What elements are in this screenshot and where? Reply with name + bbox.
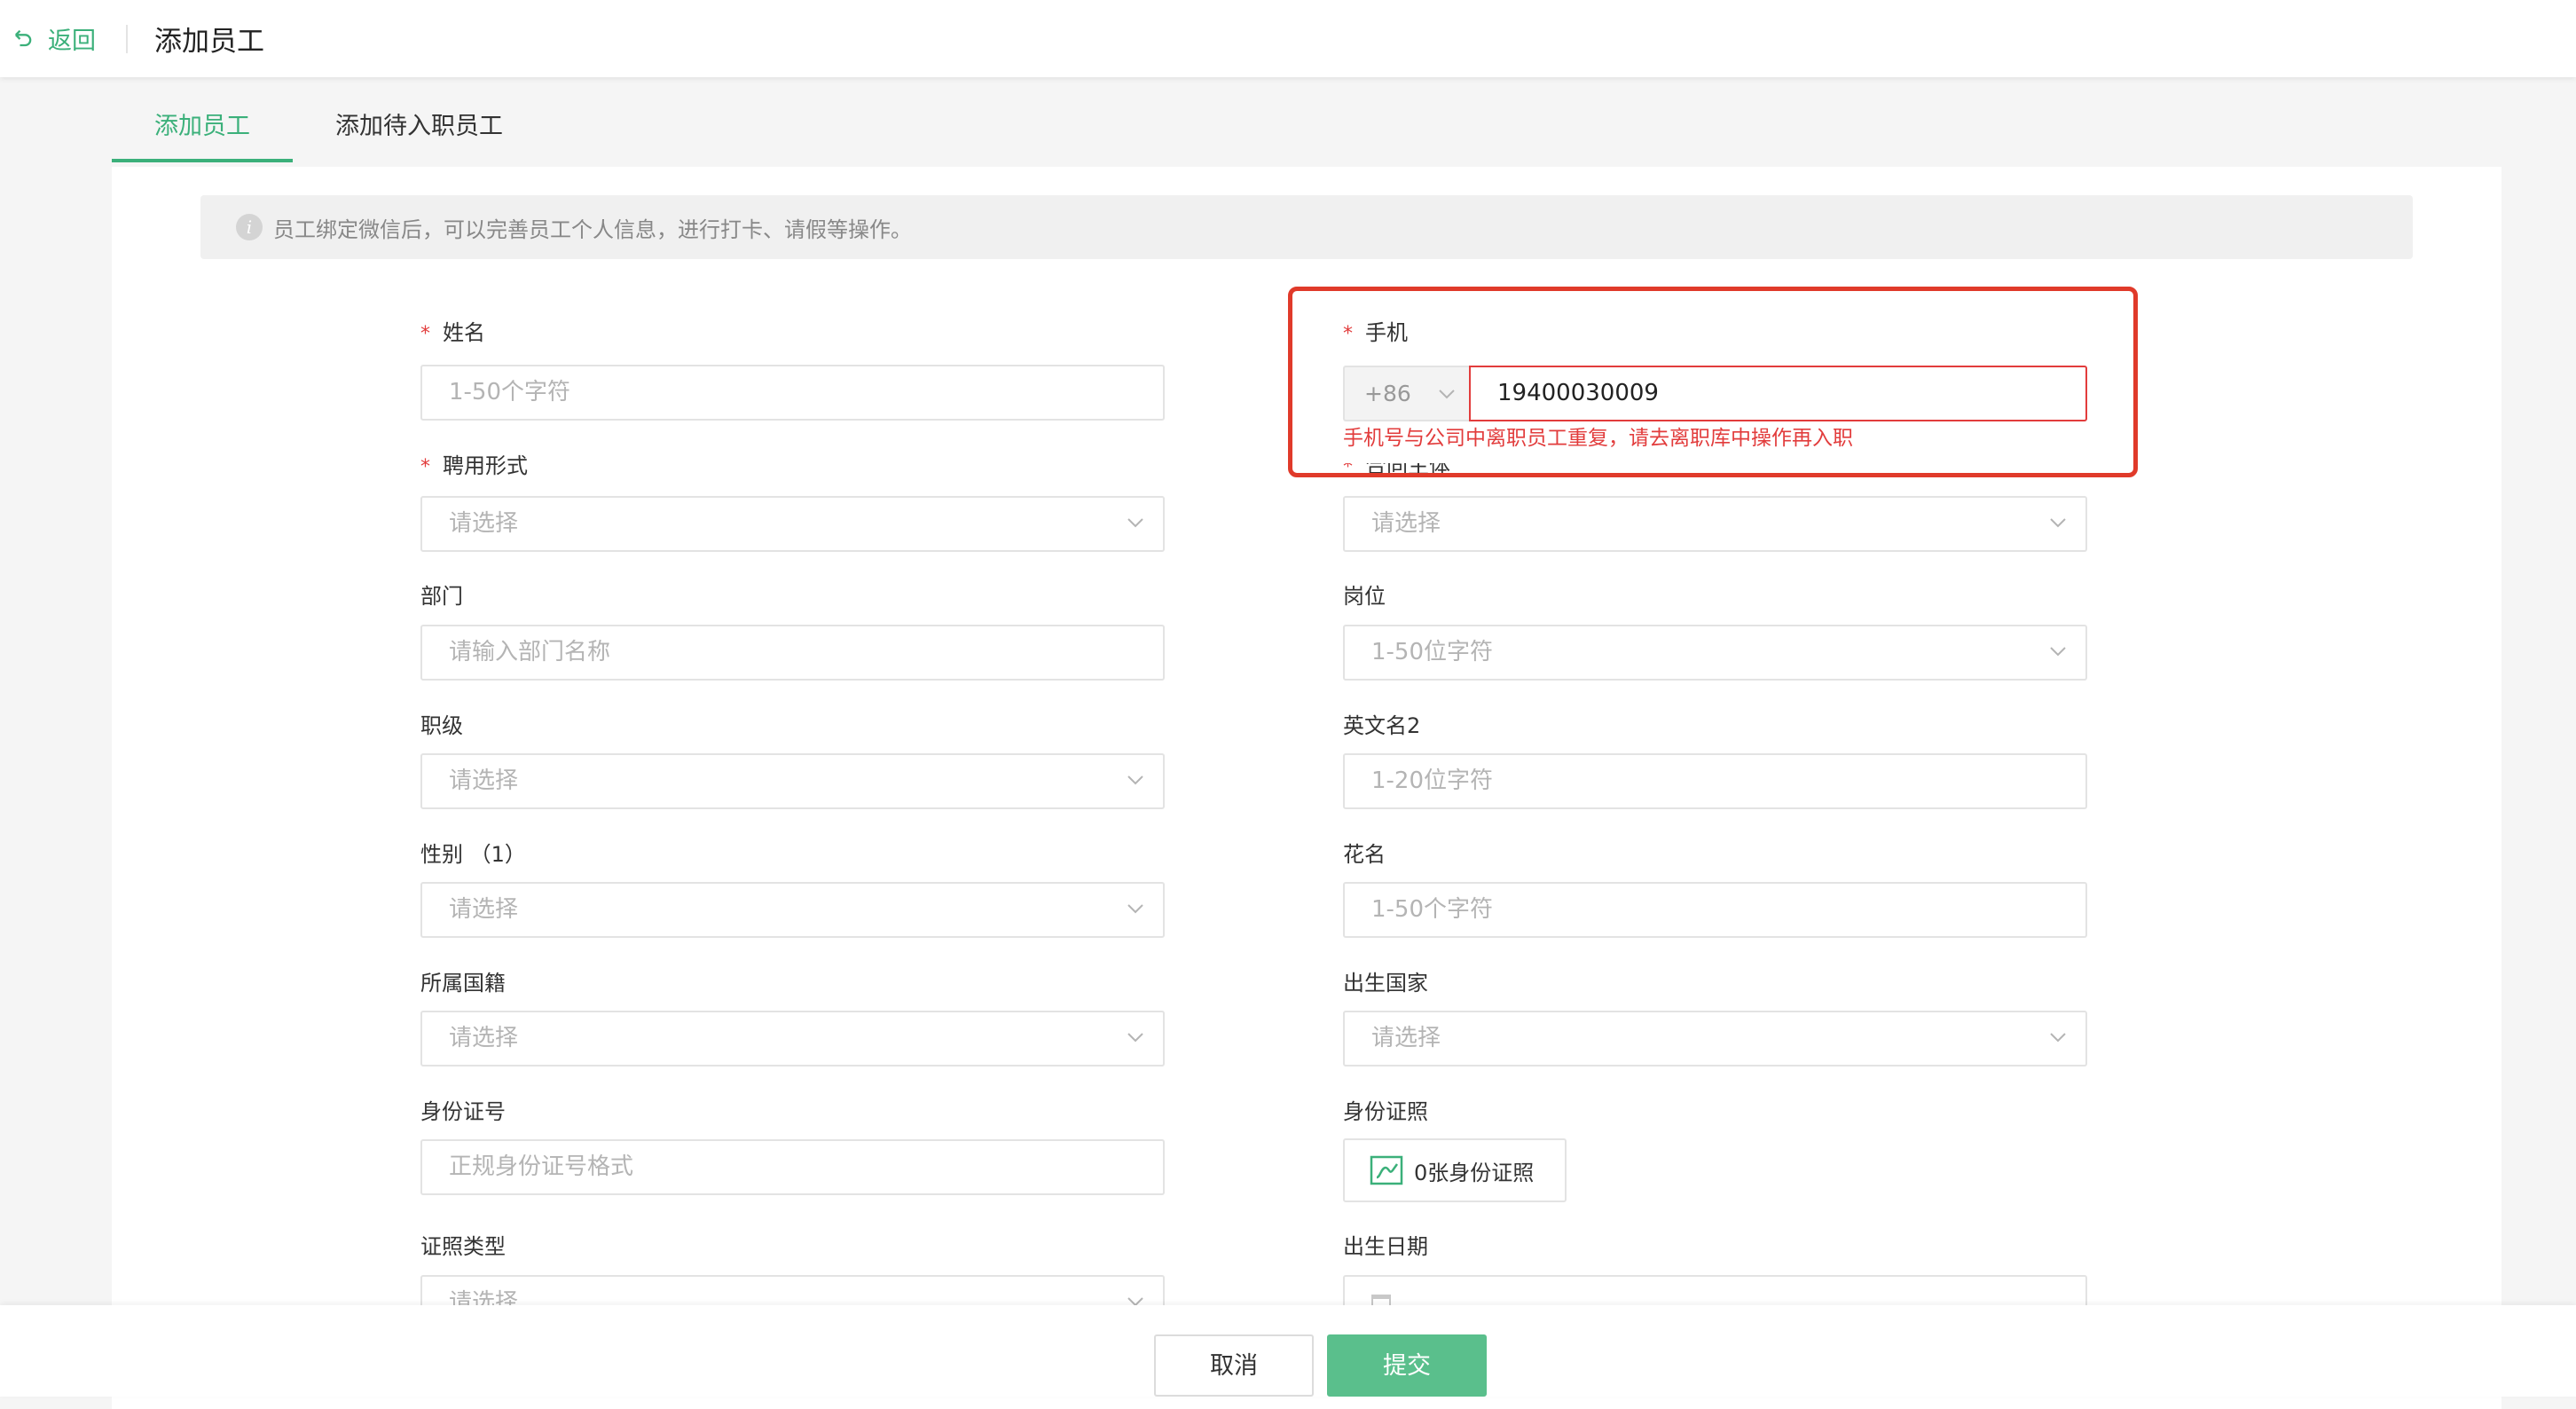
chevron-down-icon [1439,389,1455,399]
chevron-down-icon [1127,517,1143,533]
employment-type-label: * 聘用形式 [420,453,528,478]
back-label: 返回 [48,28,96,55]
tab-add-pending-employee[interactable]: 添加待入职员工 [293,106,546,163]
phone-error-message: 手机号与公司中离职员工重复，请去离职库中操作再入职 [1343,427,1853,450]
id-number-input[interactable]: 正规身份证号格式 [420,1139,1165,1195]
nationality-label: 所属国籍 [420,971,506,996]
id-number-label: 身份证号 [420,1099,506,1124]
rank-label: 职级 [420,713,463,738]
tab-add-employee[interactable]: 添加员工 [112,106,293,163]
chevron-down-icon [2050,1032,2066,1048]
required-mark: * [420,323,430,345]
gender-label: 性别 （1） [420,842,526,867]
chevron-down-icon [1127,1032,1143,1048]
notice-bar: i 员工绑定微信后，可以完善员工个人信息，进行打卡、请假等操作。 [200,195,2413,259]
nationality-select[interactable]: 请选择 [420,1011,1165,1067]
cancel-button[interactable]: 取消 [1154,1334,1314,1397]
tab-bar: 添加员工 添加待入职员工 [112,106,546,163]
position-label: 岗位 [1343,584,1386,609]
chevron-down-icon [2050,517,2066,533]
contract-entity-select[interactable]: 请选择 [1343,496,2087,552]
birth-country-select[interactable]: 请选择 [1343,1011,2087,1067]
id-photo-upload-button[interactable]: 0张身份证照 [1343,1138,1567,1202]
required-mark: * [420,456,430,478]
phone-input[interactable]: 19400030009 [1469,366,2087,421]
id-photo-label: 身份证照 [1343,1099,1428,1124]
name-label: * 姓名 [420,320,485,345]
phone-label: * 手机 [1343,320,1408,345]
english-name-label: 英文名2 [1343,713,1421,738]
chevron-down-icon [1127,775,1143,791]
country-code-select[interactable]: +86 [1343,366,1469,421]
top-bar: 返回 添加员工 [0,0,2576,77]
employment-type-select[interactable]: 请选择 [420,496,1165,552]
birth-date-label: 出生日期 [1343,1234,1428,1259]
required-mark: * [1343,323,1353,345]
name-input[interactable]: 1-50个字符 [420,365,1165,421]
chevron-down-icon [2050,646,2066,662]
department-input[interactable]: 请输入部门名称 [420,625,1165,681]
footer-bar: 取消 提交 [0,1305,2576,1397]
birth-country-label: 出生国家 [1343,971,1428,996]
back-button[interactable]: 返回 [11,21,96,57]
nickname-label: 花名 [1343,842,1386,867]
chevron-down-icon [1127,903,1143,919]
rank-select[interactable]: 请选择 [420,753,1165,809]
english-name-input[interactable]: 1-20位字符 [1343,753,2087,809]
nickname-input[interactable]: 1-50个字符 [1343,882,2087,938]
department-label: 部门 [420,584,463,609]
info-icon: i [236,214,263,240]
image-icon [1370,1155,1403,1185]
id-photo-count: 0张身份证照 [1414,1160,1535,1185]
undo-icon [15,29,32,46]
notice-text: 员工绑定微信后，可以完善员工个人信息，进行打卡、请假等操作。 [273,216,912,242]
divider [126,24,128,53]
submit-button[interactable]: 提交 [1327,1334,1487,1397]
position-select[interactable]: 1-50位字符 [1343,625,2087,681]
gender-select[interactable]: 请选择 [420,882,1165,938]
page-title: 添加员工 [154,26,264,58]
id-type-label: 证照类型 [420,1234,506,1259]
